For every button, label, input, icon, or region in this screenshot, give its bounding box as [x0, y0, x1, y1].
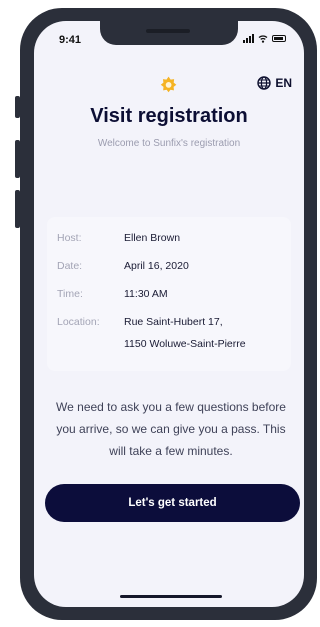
status-time: 9:41 — [59, 34, 82, 46]
home-indicator[interactable] — [120, 595, 222, 598]
status-icons — [243, 34, 286, 43]
date-value: April 16, 2020 — [124, 260, 189, 272]
time-label: Time: — [57, 288, 83, 300]
language-selector[interactable]: EN — [257, 76, 292, 90]
host-label: Host: — [57, 232, 82, 244]
location-line1: Rue Saint-Hubert 17, — [124, 316, 223, 328]
signal-icon — [243, 34, 254, 43]
date-row: Date: April 16, 2020 — [57, 255, 189, 277]
date-label: Date: — [57, 260, 83, 272]
location-line2: 1150 Woluwe-Saint-Pierre — [124, 338, 246, 350]
wifi-icon — [258, 35, 268, 43]
speaker — [146, 29, 190, 33]
location-row: Location: Rue Saint-Hubert 17, 1150 Wolu… — [57, 311, 246, 355]
info-message: We need to ask you a few questions befor… — [56, 400, 286, 458]
host-value: Ellen Brown — [124, 232, 181, 244]
battery-icon — [272, 35, 286, 42]
location-label: Location: — [57, 316, 100, 328]
visit-details-card: Host: Ellen Brown Date: April 16, 2020 T… — [47, 217, 291, 371]
time-value: 11:30 AM — [124, 288, 168, 300]
globe-icon — [257, 76, 272, 90]
flower-icon — [160, 76, 177, 93]
get-started-button[interactable]: Let's get started — [45, 484, 300, 522]
notch — [100, 21, 238, 45]
page-subtitle: Welcome to Sunfix's registration — [97, 138, 241, 149]
time-row: Time: 11:30 AM — [57, 283, 168, 305]
page-title: Visit registration — [90, 105, 248, 127]
host-row: Host: Ellen Brown — [57, 227, 180, 249]
language-label: EN — [275, 76, 292, 90]
phone-screen: 9:41 EN Visit registration Welcome to Su… — [34, 21, 304, 607]
